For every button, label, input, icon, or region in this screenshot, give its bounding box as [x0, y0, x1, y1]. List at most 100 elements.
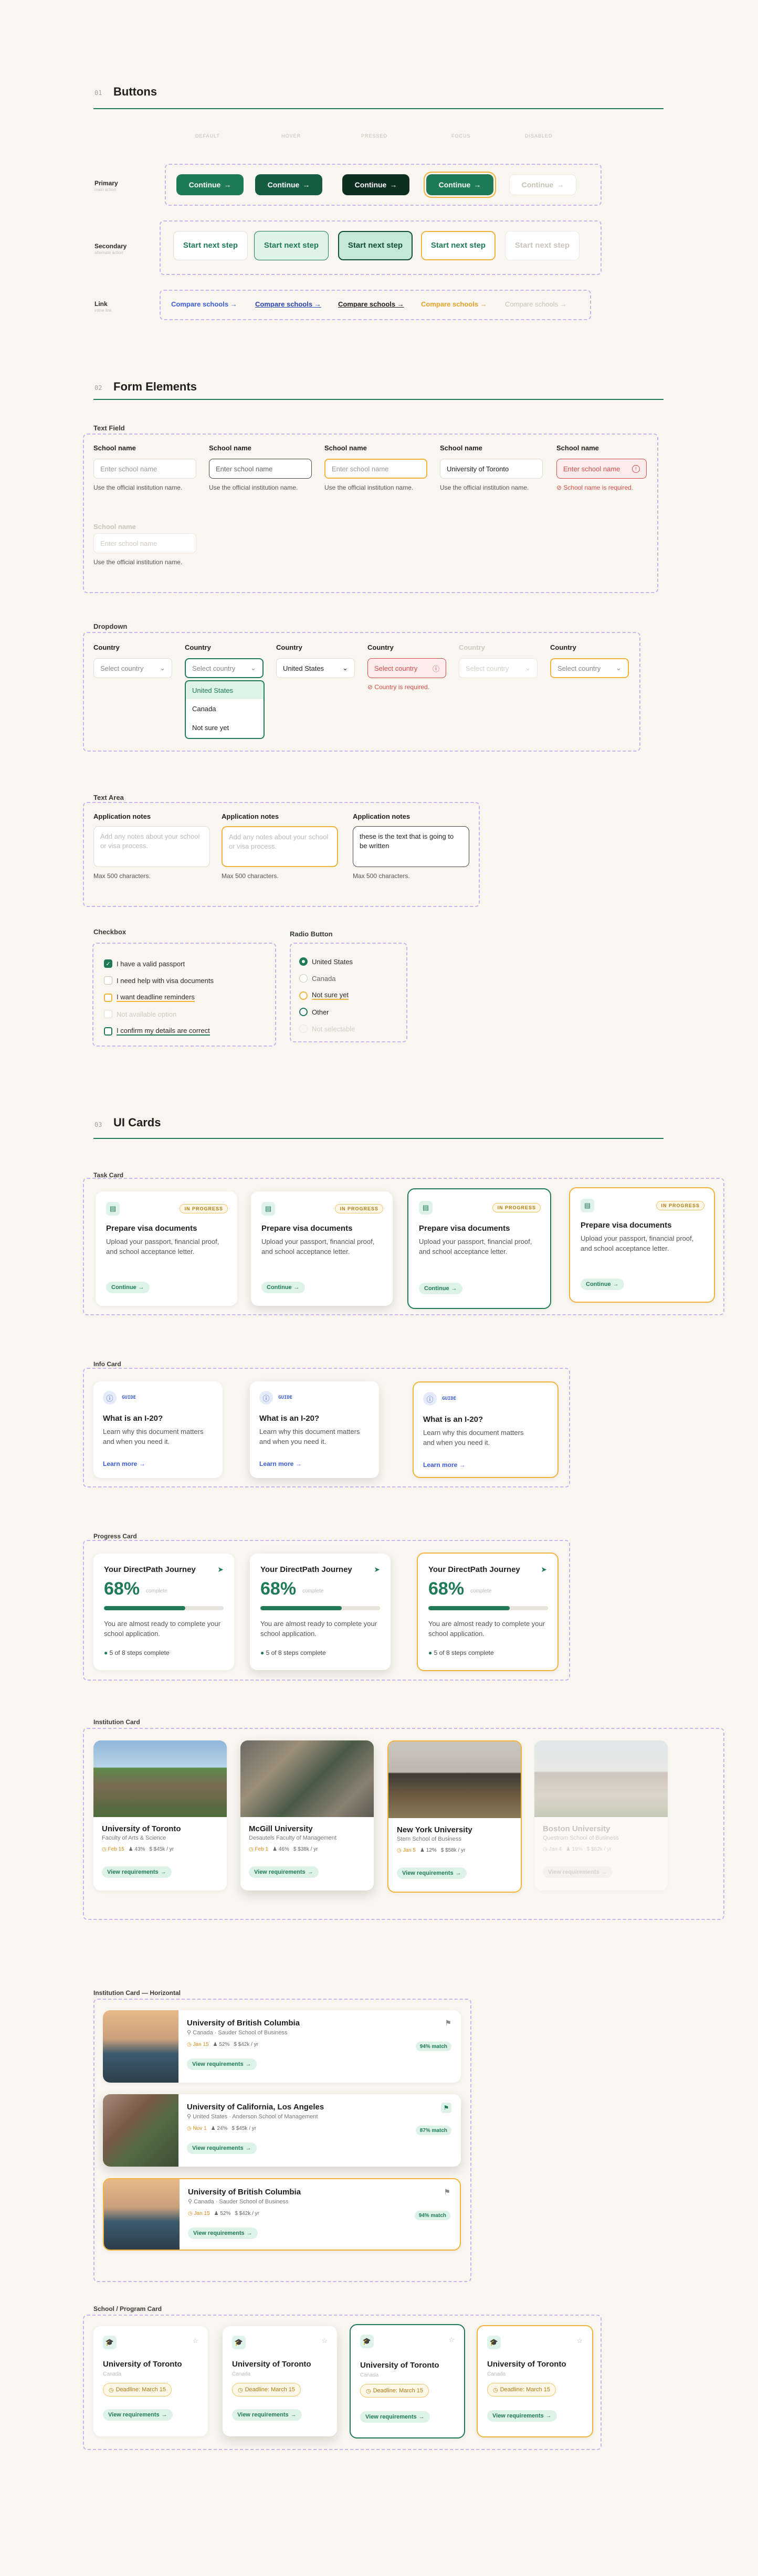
info-card-focus[interactable]: ⓘ GUIDE What is an I-20? Learn why this … [413, 1381, 559, 1478]
task-card-default[interactable]: ▤ IN PROGRESS Prepare visa documents Upl… [96, 1191, 237, 1306]
country-select-focus[interactable]: Select country ⌄ [550, 658, 629, 678]
horizontal-card-default[interactable]: University of British Columbia ⚲ Canada … [103, 2010, 461, 2083]
link-focus[interactable]: Compare schools → [421, 300, 487, 308]
calendar-icon: ◷ [109, 2387, 114, 2393]
button-label: View requirements [108, 2412, 160, 2418]
program-card-focus[interactable]: 🎓 ☆ University of Toronto Canada ◷ Deadli… [477, 2325, 593, 2437]
bookmark-icon[interactable]: ☆ [576, 2337, 583, 2345]
view-requirements-button[interactable]: View requirements → [102, 1866, 172, 1878]
notes-textarea-default[interactable]: Add any notes about your school or visa … [93, 826, 210, 867]
country-select-error[interactable]: Select country ⓘ [367, 658, 446, 678]
institution-location: ⚲ United States · Anderson School of Man… [187, 2113, 318, 2120]
task-card-focus[interactable]: ▤ IN PROGRESS Prepare visa documents Upl… [569, 1187, 715, 1303]
school-name-input-hover[interactable]: Enter school name [209, 459, 312, 479]
bookmark-icon[interactable]: ⚑ [441, 2103, 451, 2113]
view-requirements-button[interactable]: View requirements → [103, 2409, 173, 2421]
horizontal-card-hover[interactable]: University of California, Los Angeles ⚲ … [103, 2094, 461, 2167]
school-name-input-focus[interactable]: Enter school name [324, 459, 427, 479]
button-label: View requirements [548, 1869, 599, 1875]
arrow-right-icon: → [230, 300, 237, 308]
radio-focus[interactable]: Not sure yet [299, 991, 349, 1000]
primary-button-focus[interactable]: Continue → [426, 174, 493, 195]
dropdown-option[interactable]: Not sure yet [186, 718, 264, 737]
primary-button-hover[interactable]: Continue → [255, 174, 322, 195]
checkbox-unchecked[interactable]: I need help with visa documents [104, 976, 214, 985]
secondary-button-hover[interactable]: Start next step [254, 231, 329, 260]
button-label: View requirements [492, 2413, 544, 2419]
state-label-focus: FOCUS [451, 133, 471, 139]
view-requirements-button[interactable]: View requirements → [360, 2411, 430, 2423]
view-requirements-button[interactable]: View requirements → [188, 2227, 258, 2239]
view-requirements-button[interactable]: View requirements → [232, 2409, 302, 2421]
task-card-hover[interactable]: ▤ IN PROGRESS Prepare visa documents Upl… [251, 1191, 393, 1306]
bookmark-icon[interactable]: ⚑ [444, 2188, 450, 2197]
school-name-input-error[interactable]: Enter school name! [556, 459, 647, 479]
institution-card-hover[interactable]: McGill University Desautels Faculty of M… [240, 1740, 374, 1891]
task-action-button[interactable]: Continue → [419, 1283, 462, 1294]
learn-more-link[interactable]: Learn more → [259, 1460, 302, 1468]
task-action-button[interactable]: Continue → [581, 1279, 624, 1290]
primary-button-pressed[interactable]: Continue → [342, 174, 409, 195]
match-badge: 87% match [415, 2126, 451, 2135]
bookmark-icon[interactable]: ⚑ [445, 2019, 451, 2028]
location-text: Canada · Sauder School of Business [194, 2199, 289, 2205]
link-default[interactable]: Compare schools → [171, 300, 237, 308]
secondary-button-default[interactable]: Start next step [173, 231, 248, 260]
institution-card-focus[interactable]: New York University Stern School of Busi… [387, 1740, 522, 1893]
task-title: Prepare visa documents [261, 1224, 353, 1233]
task-action-button[interactable]: Continue → [106, 1282, 150, 1293]
progress-card-focus[interactable]: Your DirectPath Journey ➤ 68% complete Y… [417, 1553, 559, 1671]
view-requirements-button[interactable]: View requirements → [397, 1867, 467, 1879]
progress-bar [104, 1606, 224, 1610]
deadline-badge: ◷ Deadline: March 15 [487, 2383, 556, 2396]
program-card-hover[interactable]: 🎓 ☆ University of Toronto Canada ◷ Deadli… [223, 2326, 337, 2436]
bookmark-icon[interactable]: ☆ [321, 2337, 328, 2345]
task-action-button[interactable]: Continue → [261, 1282, 305, 1293]
institution-card-default[interactable]: University of Toronto Faculty of Arts & … [93, 1740, 227, 1891]
school-name-input-default[interactable]: Enter school name [93, 459, 196, 479]
institution-meta: ◷ Feb 1 ♟ 46% $ $38k / yr [249, 1846, 318, 1852]
progress-caption: complete [146, 1588, 167, 1594]
checkbox-focus[interactable]: I want deadline reminders [104, 993, 195, 1002]
bookmark-icon[interactable]: ☆ [192, 2337, 198, 2345]
acceptance-rate: ♟ 52% [213, 2042, 230, 2047]
dropdown-option[interactable]: Canada [186, 699, 264, 718]
secondary-button-pressed[interactable]: Start next step [338, 231, 413, 260]
country-select-default[interactable]: Select country ⌄ [93, 658, 172, 678]
view-requirements-button[interactable]: View requirements → [487, 2410, 557, 2422]
info-card-default[interactable]: ⓘ GUIDE What is an I-20? Learn why this … [93, 1381, 223, 1478]
radio-hover[interactable]: Other [299, 1008, 329, 1016]
primary-button-default[interactable]: Continue → [176, 174, 244, 195]
country-select-open[interactable]: Select country ⌄ [185, 658, 264, 678]
learn-more-link[interactable]: Learn more → [423, 1461, 466, 1469]
bookmark-icon[interactable]: ☆ [448, 2336, 455, 2344]
school-name-input-filled[interactable]: University of Toronto [440, 459, 543, 479]
view-requirements-button[interactable]: View requirements → [249, 1866, 319, 1878]
checkbox-hover[interactable]: I confirm my details are correct [104, 1027, 210, 1036]
task-card-selected[interactable]: ▤ IN PROGRESS Prepare visa documents Upl… [407, 1188, 551, 1309]
view-requirements-button[interactable]: View requirements → [187, 2142, 257, 2154]
radio-unselected[interactable]: Canada [299, 974, 336, 983]
program-card-selected[interactable]: 🎓 ☆ University of Toronto Canada ◷ Deadli… [350, 2324, 465, 2438]
notes-textarea-focus[interactable]: Add any notes about your school or visa … [222, 826, 338, 867]
status-badge: IN PROGRESS [180, 1204, 228, 1213]
link-label: Compare schools [421, 300, 479, 308]
progress-card-default[interactable]: Your DirectPath Journey ➤ 68% complete Y… [93, 1554, 234, 1670]
notes-textarea-filled[interactable]: these is the text that is going to be wr… [353, 826, 469, 867]
info-card-hover[interactable]: ⓘ GUIDE What is an I-20? Learn why this … [250, 1381, 379, 1478]
horizontal-card-focus[interactable]: University of British Columbia ⚲ Canada … [103, 2178, 461, 2251]
learn-more-link[interactable]: Learn more → [103, 1460, 145, 1468]
progress-card-hover[interactable]: Your DirectPath Journey ➤ 68% complete Y… [250, 1554, 391, 1670]
group-label-progress-card: Progress Card [93, 1533, 137, 1540]
checkbox-checked[interactable]: ✓ I have a valid passport [104, 959, 185, 968]
program-card-default[interactable]: 🎓 ☆ University of Toronto Canada ◷ Deadli… [93, 2326, 208, 2436]
secondary-button-focus[interactable]: Start next step [421, 231, 496, 260]
dropdown-option[interactable]: United States [186, 681, 264, 699]
link-hover[interactable]: Compare schools → [255, 300, 321, 308]
institution-meta: ◷ Jan 15 ♟ 52% $ $42k / yr [187, 2042, 258, 2047]
field-label: School name [324, 444, 367, 452]
view-requirements-button[interactable]: View requirements → [187, 2058, 257, 2070]
link-pressed[interactable]: Compare schools → [338, 300, 404, 308]
country-select-filled[interactable]: United States ⌄ [276, 658, 355, 678]
radio-selected[interactable]: United States [299, 957, 353, 966]
